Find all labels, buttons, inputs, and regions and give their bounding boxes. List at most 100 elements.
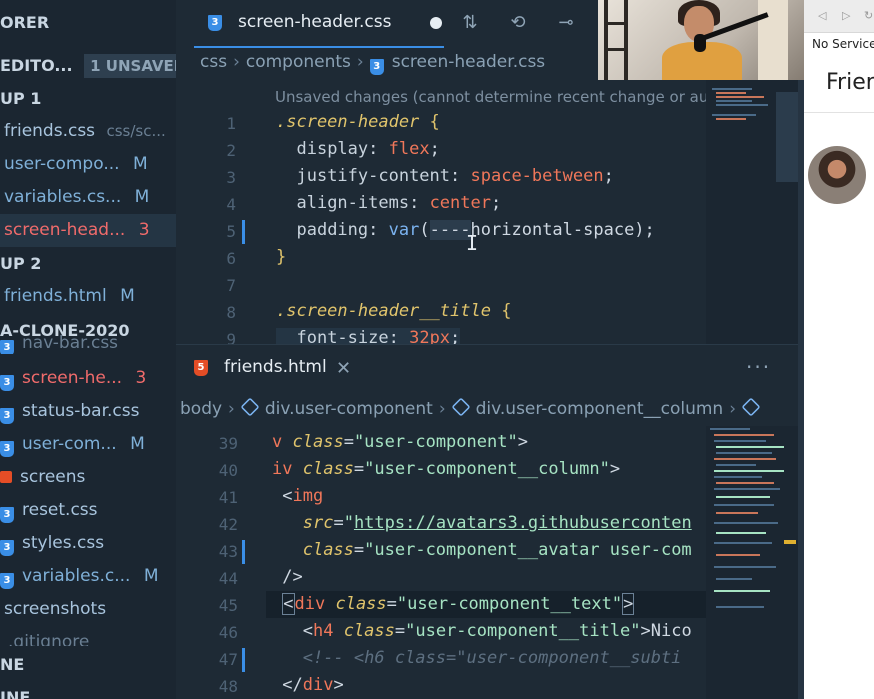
code-line: justify-content: space-between; [296, 166, 614, 186]
line-number: 3 [226, 168, 236, 187]
css-file-icon: 3 [0, 408, 14, 424]
open-editors-header[interactable]: EDITO... 1 UNSAVED [0, 49, 176, 82]
html-code-editor[interactable]: 39 40 41 42 43 44 45 46 47 48 v class="u… [176, 428, 706, 699]
css-file-icon: 3 [369, 59, 384, 75]
tab-friends-html[interactable]: friends.html [224, 357, 327, 377]
tree-item-styles[interactable]: 3 styles.css [0, 527, 176, 560]
breadcrumb-item[interactable]: screen-header.css [392, 52, 545, 72]
tree-item-screen-header[interactable]: 3 screen-he... 3 [0, 362, 176, 395]
tree-item-status-bar[interactable]: 3 status-bar.css [0, 395, 176, 428]
code-line: <div class="user-component__text"> [282, 593, 635, 615]
line-number: 43 [218, 542, 238, 561]
commit-icon[interactable]: ⊸ [554, 11, 578, 35]
open-editor-user-component[interactable]: user-compo... M [0, 148, 176, 181]
open-editor-friends-css[interactable]: friends.css css/sc... [0, 115, 176, 148]
explorer-sidebar: ORER EDITO... 1 UNSAVED UP 1 friends.css… [0, 0, 176, 699]
chevron-right-icon: › [356, 52, 364, 72]
open-editor-variables[interactable]: variables.cs... M [0, 181, 176, 214]
more-actions-icon[interactable]: ··· [746, 355, 771, 379]
dirty-diff-marker[interactable] [242, 220, 245, 244]
group-1-header[interactable]: UP 1 [0, 82, 176, 115]
open-editor-screen-header[interactable]: screen-head... 3 [0, 214, 176, 247]
line-number: 42 [218, 515, 238, 534]
carrier-status: No Service [812, 37, 874, 51]
line-number: 6 [226, 249, 236, 268]
webcam-overlay [598, 0, 804, 80]
line-number: 47 [218, 650, 238, 669]
breadcrumb-item[interactable]: css [200, 52, 227, 72]
forward-icon[interactable]: ▷ [842, 9, 850, 22]
breadcrumb-item[interactable]: div.user-component__column [476, 399, 724, 419]
chevron-right-icon: › [233, 52, 240, 72]
css-file-icon: 3 [0, 507, 14, 523]
outline-section-header[interactable]: NE [0, 648, 176, 681]
tree-item-nav-bar[interactable]: 3 nav-bar.css [0, 332, 176, 354]
line-number: 39 [218, 434, 238, 453]
page-title: Frien [826, 70, 874, 95]
line-number: 2 [226, 141, 236, 160]
css-file-icon: 3 [0, 441, 14, 457]
back-icon[interactable]: ◁ [818, 9, 826, 22]
css-code-editor[interactable]: Unsaved changes (cannot determine recent… [176, 86, 706, 344]
top-minimap[interactable] [706, 80, 798, 344]
code-line: v class="user-component"> [272, 432, 528, 452]
timeline-section-header[interactable]: INE [0, 681, 176, 699]
code-line: src="https://avatars3.githubuserconten [302, 513, 692, 533]
modified-badge: M [120, 286, 135, 306]
tree-item-reset[interactable]: 3 reset.css [0, 494, 176, 527]
code-line: <img [272, 486, 324, 506]
line-number: 9 [226, 330, 236, 344]
modified-badge: M [132, 154, 148, 174]
css-file-icon: 3 [0, 573, 14, 589]
line-number: 46 [218, 623, 238, 642]
dirty-diff-marker[interactable] [242, 648, 245, 672]
open-editor-friends-html[interactable]: friends.html M [0, 280, 176, 313]
source-control-compare-icon[interactable]: ⇅ [458, 11, 482, 35]
line-number: 8 [226, 303, 236, 322]
tree-item-screenshots[interactable]: screenshots [0, 593, 176, 626]
bottom-editor-tabbar: 5 friends.html ✕ ··· [176, 344, 798, 392]
code-line: <h4 class="user-component__title">Nico [272, 621, 692, 641]
bottom-minimap[interactable] [706, 426, 798, 699]
breadcrumb-item[interactable]: div.user-component [265, 399, 433, 419]
group-2-header[interactable]: UP 2 [0, 247, 176, 280]
previous-change-icon[interactable]: ⟲ [506, 11, 530, 35]
tree-item-user-component[interactable]: 3 user-com... M [0, 428, 176, 461]
code-line: iv class="user-component__column"> [272, 459, 621, 479]
browser-toolbar: ◁ ▷ ↻ [804, 0, 874, 33]
reload-icon[interactable]: ↻ [864, 9, 873, 22]
explorer-title: ORER [0, 13, 50, 32]
tree-item-variables[interactable]: 3 variables.c... M [0, 560, 176, 593]
line-number: 4 [226, 195, 236, 214]
avatar [808, 146, 866, 204]
tree-item-screens[interactable]: screens [0, 461, 176, 494]
code-line: .screen-header__title { [276, 301, 512, 321]
open-editors-label: EDITO... [0, 56, 73, 75]
tab-screen-header-css[interactable]: 3 screen-header.css [194, 0, 444, 48]
line-number: 1 [226, 114, 236, 133]
line-number: 7 [226, 276, 236, 295]
breadcrumb-item[interactable]: body [180, 399, 222, 419]
css-file-icon: 3 [0, 340, 14, 354]
unsaved-dot-icon[interactable] [430, 17, 442, 29]
breadcrumb-item[interactable]: components [246, 52, 351, 72]
dirty-diff-marker[interactable] [242, 540, 245, 564]
html-file-icon: 5 [194, 360, 208, 376]
breadcrumb: body › div.user-component › div.user-compone… [176, 398, 798, 426]
tree-item-gitignore[interactable]: .gitignore [0, 626, 176, 646]
css-file-icon: 3 [0, 375, 14, 391]
close-icon[interactable]: ✕ [336, 358, 351, 379]
line-number: 5 [226, 222, 236, 241]
chevron-right-icon: › [228, 399, 235, 419]
code-line: font-size: 32px; [276, 328, 461, 344]
modified-badge: M [134, 187, 150, 207]
css-file-icon: 3 [208, 15, 222, 31]
top-editor-tabbar: 3 screen-header.css ⇅ ⟲ ⊸ [176, 0, 598, 48]
unsaved-badge: 1 UNSAVED [84, 54, 176, 78]
element-icon [451, 398, 471, 417]
modified-badge: M [143, 566, 159, 586]
code-line: } [276, 247, 287, 267]
code-line: .screen-header { [276, 112, 440, 132]
git-blame-hint: Unsaved changes (cannot determine recent… [275, 88, 706, 106]
element-icon [741, 398, 761, 417]
